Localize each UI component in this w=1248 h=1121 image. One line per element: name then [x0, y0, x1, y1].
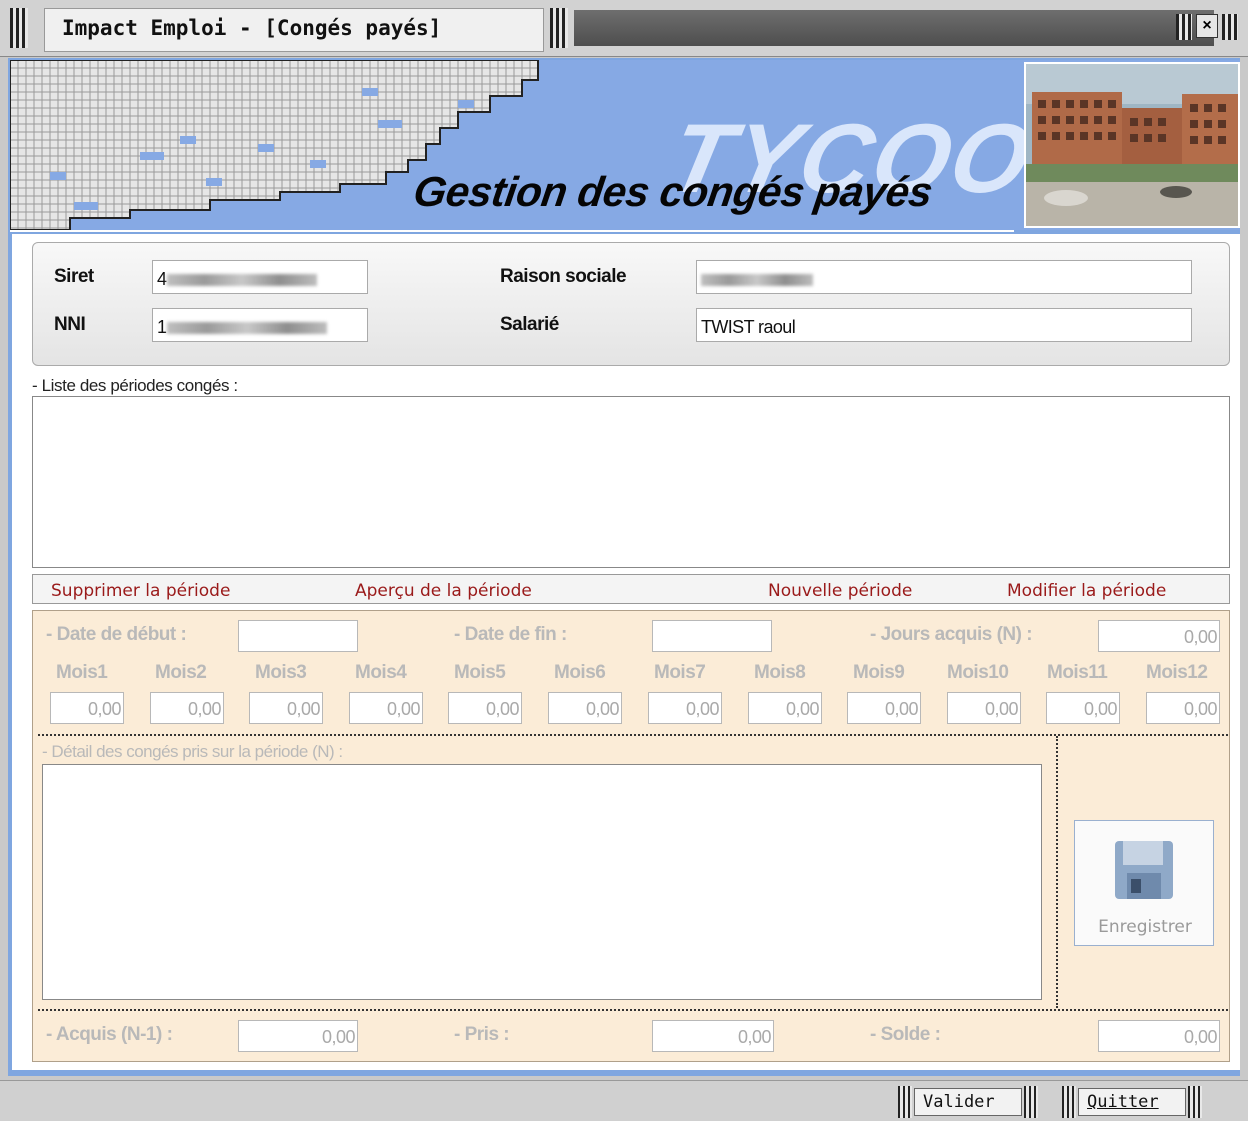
salarie-label: Salarié: [500, 314, 559, 335]
siret-label: Siret: [54, 266, 94, 287]
periods-list-caption: - Liste des périodes congés :: [32, 376, 238, 395]
detail-caption: - Détail des congés pris sur la période …: [42, 742, 343, 761]
validate-button[interactable]: Valider: [914, 1088, 1022, 1116]
redacted-value: [167, 322, 328, 335]
month-input[interactable]: 0,00: [349, 692, 423, 724]
month-input[interactable]: 0,00: [847, 692, 921, 724]
date-fin-label: - Date de fin :: [454, 624, 567, 645]
banner-divider: [10, 230, 1014, 232]
close-button[interactable]: ×: [1196, 14, 1218, 38]
redacted-value: [167, 274, 318, 287]
section-divider: [38, 1009, 1228, 1011]
month-input[interactable]: 0,00: [448, 692, 522, 724]
month-input[interactable]: 0,00: [748, 692, 822, 724]
month-input[interactable]: 0,00: [947, 692, 1021, 724]
save-label: Enregistrer: [1098, 917, 1192, 937]
month-label: Mois8: [754, 662, 806, 683]
floppy-disk-icon: [1115, 841, 1173, 899]
month-input[interactable]: 0,00: [1146, 692, 1220, 724]
month-label: Mois2: [155, 662, 207, 683]
raison-sociale-label: Raison sociale: [500, 266, 627, 287]
nni-value: 1: [157, 317, 168, 337]
month-input[interactable]: 0,00: [648, 692, 722, 724]
title-bar-fill: [574, 10, 1214, 46]
month-input[interactable]: 0,00: [150, 692, 224, 724]
building-photo: [1024, 62, 1240, 228]
month-label: Mois6: [554, 662, 606, 683]
month-input[interactable]: 0,00: [548, 692, 622, 724]
month-label: Mois11: [1047, 662, 1108, 683]
section-divider: [38, 734, 1228, 736]
month-input[interactable]: 0,00: [1046, 692, 1120, 724]
window-title: Impact Emploi - [Congés payés]: [62, 16, 442, 40]
pris-input[interactable]: 0,00: [652, 1020, 774, 1052]
jours-acquis-label: - Jours acquis (N) :: [870, 624, 1033, 645]
grip-icon: [898, 1086, 912, 1118]
solde-label: - Solde :: [870, 1024, 941, 1045]
close-icon: ×: [1202, 17, 1212, 34]
month-label: Mois7: [654, 662, 706, 683]
salarie-field[interactable]: TWIST raoul: [696, 308, 1192, 342]
grip-icon: [1222, 14, 1238, 40]
month-input[interactable]: 0,00: [249, 692, 323, 724]
grip-icon: [1024, 1086, 1038, 1118]
edit-period-link[interactable]: Modifier la période: [1007, 581, 1166, 601]
status-bar: [0, 1080, 1248, 1121]
month-label: Mois12: [1146, 662, 1208, 683]
grip-icon: [1176, 14, 1192, 40]
quit-label: Quitter: [1087, 1092, 1159, 1112]
month-label: Mois5: [454, 662, 506, 683]
delete-period-link[interactable]: Supprimer la période: [51, 581, 230, 601]
raison-sociale-field[interactable]: [696, 260, 1192, 294]
month-label: Mois9: [853, 662, 905, 683]
solde-input[interactable]: 0,00: [1098, 1020, 1220, 1052]
month-label: Mois10: [947, 662, 1009, 683]
date-debut-input[interactable]: [238, 620, 358, 652]
acquis-input[interactable]: 0,00: [238, 1020, 358, 1052]
grip-icon: [10, 8, 28, 48]
preview-period-link[interactable]: Aperçu de la période: [355, 581, 532, 601]
date-fin-input[interactable]: [652, 620, 772, 652]
date-debut-label: - Date de début :: [46, 624, 187, 645]
jours-acquis-input[interactable]: 0,00: [1098, 620, 1220, 652]
grip-icon: [1062, 1086, 1076, 1118]
period-actions-bar: Supprimer la période Aperçu de la périod…: [32, 574, 1230, 604]
nni-label: NNI: [54, 314, 86, 335]
pris-label: - Pris :: [454, 1024, 510, 1045]
acquis-label: - Acquis (N-1) :: [46, 1024, 173, 1045]
building-image: [1026, 64, 1238, 226]
grip-icon: [1188, 1086, 1202, 1118]
month-label: Mois1: [56, 662, 108, 683]
new-period-link[interactable]: Nouvelle période: [768, 581, 912, 601]
siret-value: 4: [157, 269, 168, 289]
nni-field[interactable]: 1: [152, 308, 368, 342]
siret-field[interactable]: 4: [152, 260, 368, 294]
section-divider: [1056, 736, 1058, 1008]
month-label: Mois4: [355, 662, 407, 683]
save-button[interactable]: Enregistrer: [1074, 820, 1214, 946]
banner-title: Gestion des congés payés: [410, 168, 936, 215]
redacted-value: [701, 274, 813, 287]
month-label: Mois3: [255, 662, 307, 683]
month-input[interactable]: 0,00: [50, 692, 124, 724]
periods-list[interactable]: [32, 396, 1230, 568]
grip-icon: [550, 8, 568, 48]
detail-list[interactable]: [42, 764, 1042, 1000]
quit-button[interactable]: Quitter: [1078, 1088, 1186, 1116]
